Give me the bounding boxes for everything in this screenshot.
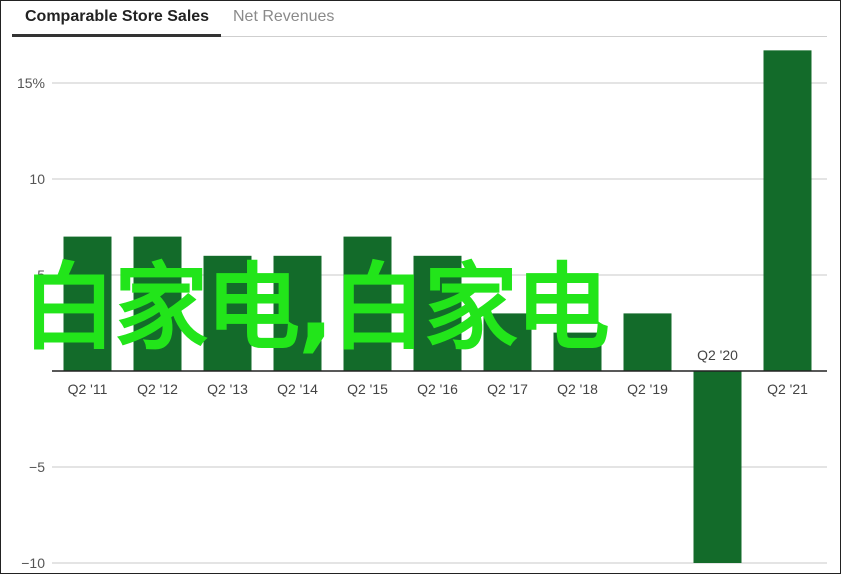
y-tick-label: −5 <box>29 459 45 475</box>
x-tick-label: Q2 '18 <box>557 381 598 397</box>
y-tick-label: 10 <box>29 171 45 187</box>
x-tick-label: Q2 '20 <box>697 347 738 363</box>
y-tick-label: 15% <box>17 75 45 91</box>
bar-q2-16[interactable] <box>413 255 462 371</box>
x-tick-label: Q2 '21 <box>767 381 808 397</box>
x-tick-label: Q2 '19 <box>627 381 668 397</box>
x-tick-label: Q2 '13 <box>207 381 248 397</box>
bar-q2-20[interactable] <box>693 371 742 563</box>
bar-q2-18[interactable] <box>553 332 602 371</box>
bar-q2-11[interactable] <box>63 236 112 371</box>
x-tick-label: Q2 '16 <box>417 381 458 397</box>
bar-chart: 15% 10 5 −5 −10 Q2 '11 Q2 '12 Q2 '13 Q2 '14 Q2 '1… <box>17 50 827 571</box>
y-tick-label: 5 <box>37 267 45 283</box>
bar-q2-21[interactable] <box>763 50 812 372</box>
x-tick-label: Q2 '11 <box>68 381 108 397</box>
bar-q2-13[interactable] <box>203 255 252 371</box>
bar-q2-19[interactable] <box>623 313 672 371</box>
x-tick-label: Q2 '17 <box>487 381 528 397</box>
x-tick-label: Q2 '12 <box>137 381 178 397</box>
bar-q2-15[interactable] <box>343 236 392 371</box>
x-tick-label: Q2 '14 <box>277 381 318 397</box>
y-tick-label: −10 <box>21 555 45 571</box>
x-tick-label: Q2 '15 <box>347 381 388 397</box>
bar-q2-12[interactable] <box>133 236 182 371</box>
bar-q2-14[interactable] <box>273 255 322 371</box>
bar-q2-17[interactable] <box>483 313 532 371</box>
